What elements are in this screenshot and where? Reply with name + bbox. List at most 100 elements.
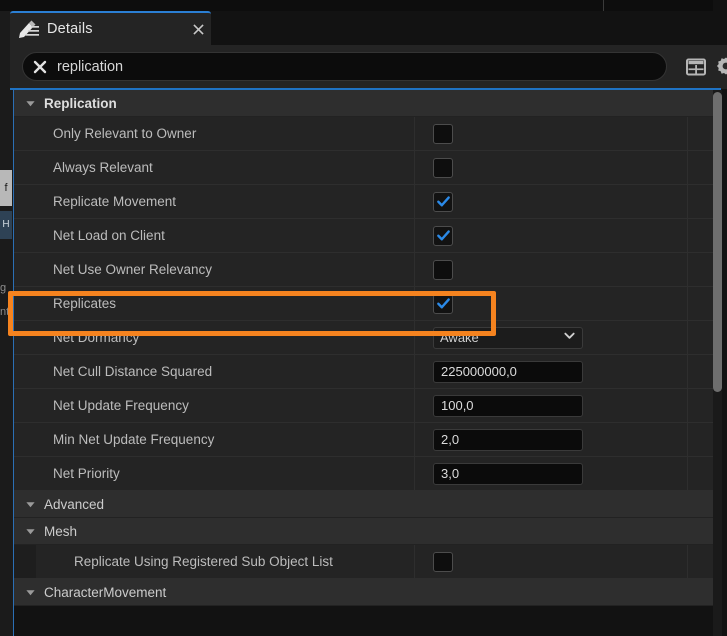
property-value-cell: [433, 117, 453, 150]
property-value-cell: [433, 185, 453, 218]
sub-indent-bar: [14, 545, 36, 578]
column-divider: [414, 389, 415, 422]
property-value-cell: Awake: [433, 321, 583, 354]
property-row[interactable]: Net Dormancy Awake: [14, 321, 713, 355]
search-input[interactable]: replication: [22, 52, 667, 81]
search-input-value: replication: [57, 58, 124, 75]
column-divider: [414, 457, 415, 490]
property-value-cell: [433, 545, 453, 578]
property-row[interactable]: Net Priority 3,0: [14, 457, 713, 491]
expand-collapse-triangle-icon[interactable]: [22, 579, 39, 605]
background-tab-lower-label: H: [2, 219, 10, 230]
background-dock-strip: [0, 0, 13, 636]
property-row[interactable]: Only Relevant to Owner: [14, 117, 713, 151]
checkbox-checked[interactable]: [433, 191, 453, 212]
column-divider: [414, 545, 415, 578]
column-layout-icon[interactable]: [685, 56, 707, 78]
expand-collapse-triangle-icon[interactable]: [22, 90, 39, 116]
property-row[interactable]: Replicates: [14, 287, 713, 321]
category-label: Mesh: [44, 523, 78, 539]
column-divider: [414, 253, 415, 286]
property-name: Net Use Owner Relevancy: [53, 262, 213, 277]
number-input-value: 3,0: [441, 466, 460, 481]
column-divider: [414, 355, 415, 388]
reset-column-divider: [687, 117, 688, 150]
property-name: Net Dormancy: [53, 330, 140, 345]
property-row[interactable]: Net Update Frequency 100,0: [14, 389, 713, 423]
reset-column-divider: [687, 545, 688, 578]
number-input[interactable]: 3,0: [433, 462, 583, 485]
property-name: Min Net Update Frequency: [53, 432, 215, 447]
category-label: Replication: [44, 95, 117, 111]
property-name: Always Relevant: [53, 160, 153, 175]
property-value-cell: [433, 287, 453, 320]
expand-collapse-triangle-icon[interactable]: [22, 491, 39, 517]
number-input[interactable]: 100,0: [433, 394, 583, 417]
background-tab-lower[interactable]: H: [0, 211, 12, 239]
checkbox-unchecked[interactable]: [433, 123, 453, 144]
checkbox-unchecked[interactable]: [433, 157, 453, 178]
column-divider: [414, 287, 415, 320]
property-name: Net Cull Distance Squared: [53, 364, 213, 379]
property-name: Replicate Using Registered Sub Object Li…: [74, 554, 333, 569]
details-pencil-icon: [17, 18, 41, 40]
clear-x-icon[interactable]: [23, 53, 57, 80]
reset-column-divider: [687, 151, 688, 184]
reset-column-divider: [687, 423, 688, 456]
dropdown-net-dormancy[interactable]: Awake: [433, 326, 583, 349]
background-text-nt: nt: [0, 306, 10, 318]
column-divider: [414, 219, 415, 252]
top-bar-divider: [603, 0, 604, 11]
number-input[interactable]: 225000000,0: [433, 360, 583, 383]
category-row-advanced[interactable]: Advanced: [14, 491, 713, 518]
column-divider: [414, 151, 415, 184]
reset-column-divider: [687, 389, 688, 422]
property-row[interactable]: Net Cull Distance Squared 225000000,0: [14, 355, 713, 389]
property-value-cell: [433, 253, 453, 286]
property-tree: Replication Only Relevant to Owner Always …: [13, 90, 713, 636]
reset-column-divider: [687, 321, 688, 354]
property-name: Replicates: [53, 296, 117, 311]
reset-column-divider: [687, 287, 688, 320]
column-divider: [414, 321, 415, 354]
number-input[interactable]: 2,0: [433, 428, 583, 451]
checkbox-checked[interactable]: [433, 225, 453, 246]
property-name: Net Priority: [53, 466, 120, 481]
checkbox-unchecked[interactable]: [433, 259, 453, 280]
details-panel-window: f H g nt Details replication Replication…: [0, 0, 727, 636]
property-row[interactable]: Net Load on Client: [14, 219, 713, 253]
category-row-replication[interactable]: Replication: [14, 90, 713, 117]
property-value-cell: 3,0: [433, 457, 583, 490]
property-row[interactable]: Net Use Owner Relevancy: [14, 253, 713, 287]
number-input-value: 2,0: [441, 432, 460, 447]
property-name: Only Relevant to Owner: [53, 126, 197, 141]
category-row-charactermovement[interactable]: CharacterMovement: [14, 579, 713, 606]
checkbox-unchecked[interactable]: [433, 551, 453, 572]
property-row[interactable]: Always Relevant: [14, 151, 713, 185]
property-value-cell: [433, 151, 453, 184]
expand-collapse-triangle-icon[interactable]: [22, 518, 39, 544]
number-input-value: 100,0: [441, 398, 474, 413]
property-value-cell: 100,0: [433, 389, 583, 422]
checkbox-checked[interactable]: [433, 293, 453, 314]
property-row[interactable]: Min Net Update Frequency 2,0: [14, 423, 713, 457]
background-text-g: g: [0, 282, 7, 294]
settings-gear-icon[interactable]: [715, 56, 727, 78]
reset-column-divider: [687, 355, 688, 388]
tab-details[interactable]: Details: [10, 11, 211, 45]
vertical-scrollbar-thumb[interactable]: [713, 92, 722, 392]
column-divider: [414, 423, 415, 456]
column-divider: [414, 185, 415, 218]
close-icon[interactable]: [185, 13, 211, 45]
category-row-mesh[interactable]: Mesh: [14, 518, 713, 545]
search-toolbar: replication: [10, 45, 727, 89]
number-input-value: 225000000,0: [441, 364, 517, 379]
property-name: Net Update Frequency: [53, 398, 189, 413]
property-row[interactable]: Replicate Using Registered Sub Object Li…: [14, 545, 713, 579]
property-value-cell: 2,0: [433, 423, 583, 456]
category-label: CharacterMovement: [44, 584, 167, 600]
category-label: Advanced: [44, 496, 105, 512]
property-row[interactable]: Replicate Movement: [14, 185, 713, 219]
property-name: Net Load on Client: [53, 228, 165, 243]
background-tab-upper[interactable]: f: [0, 170, 12, 206]
